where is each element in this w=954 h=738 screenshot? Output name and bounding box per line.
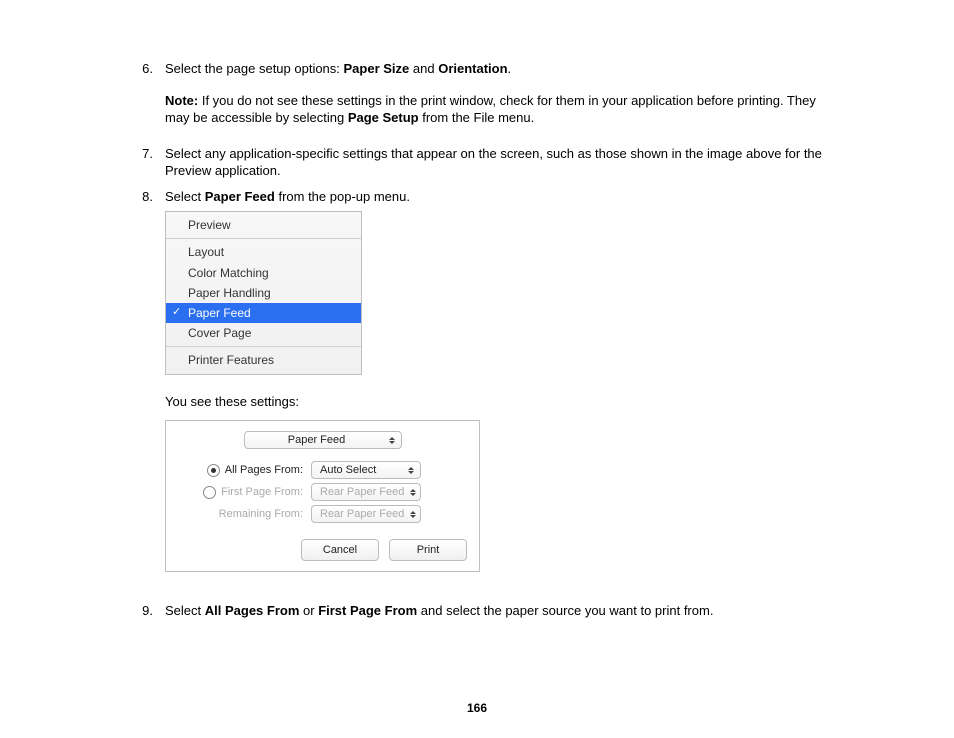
updown-icon — [410, 511, 416, 518]
text: from the pop-up menu. — [275, 189, 410, 204]
document-page: 6. Select the page setup options: Paper … — [0, 0, 954, 738]
menu-item-cover-page[interactable]: Cover Page — [166, 323, 361, 343]
label-all-pages: All Pages From: — [225, 463, 303, 478]
step-8: 8. Select Paper Feed from the pop-up men… — [125, 188, 829, 594]
radio-all-pages[interactable] — [207, 464, 220, 477]
page-number: 166 — [0, 700, 954, 716]
note-block: Note: If you do not see these settings i… — [165, 92, 829, 127]
bold-orientation: Orientation — [438, 61, 507, 76]
step-body: Select the page setup options: Paper Siz… — [165, 60, 829, 137]
step-body: Select All Pages From or First Page From… — [165, 602, 829, 620]
text: from the File menu. — [419, 110, 535, 125]
step-7: 7. Select any application-specific setti… — [125, 145, 829, 180]
updown-icon — [410, 489, 416, 496]
select-all-pages-source[interactable]: Auto Select — [311, 461, 421, 479]
row-all-pages: All Pages From: Auto Select — [178, 461, 467, 479]
paper-feed-panel: Paper Feed All Pages From: Auto Select — [165, 420, 480, 572]
row-remaining: Remaining From: Rear Paper Feed — [178, 505, 467, 523]
select-value: Auto Select — [320, 463, 400, 478]
text: Select — [165, 603, 205, 618]
popup-menu-figure: Preview Layout Color Matching Paper Hand… — [165, 211, 362, 374]
panel-mode-select[interactable]: Paper Feed — [244, 431, 402, 449]
bold-paper-feed: Paper Feed — [205, 189, 275, 204]
step-number: 8. — [125, 188, 165, 594]
label-remaining: Remaining From: — [219, 507, 303, 522]
text: . — [508, 61, 512, 76]
step-6: 6. Select the page setup options: Paper … — [125, 60, 829, 137]
bold-page-setup: Page Setup — [348, 110, 419, 125]
step-number: 6. — [125, 60, 165, 137]
select-first-page-source[interactable]: Rear Paper Feed — [311, 483, 421, 501]
bold-first-page-from: First Page From — [318, 603, 417, 618]
text: and select the paper source you want to … — [417, 603, 713, 618]
row-first-page: First Page From: Rear Paper Feed — [178, 483, 467, 501]
lead-text: You see these settings: — [165, 393, 829, 411]
radio-first-page[interactable] — [203, 486, 216, 499]
updown-icon — [406, 467, 416, 474]
menu-item-color-matching[interactable]: Color Matching — [166, 263, 361, 283]
menu-item-preview[interactable]: Preview — [166, 215, 361, 235]
step-number: 9. — [125, 602, 165, 620]
select-value: Rear Paper Feed — [320, 485, 404, 500]
text: Select the page setup options: — [165, 61, 344, 76]
menu-item-printer-features[interactable]: Printer Features — [166, 350, 361, 370]
step-9: 9. Select All Pages From or First Page F… — [125, 602, 829, 620]
text: Select — [165, 189, 205, 204]
select-value: Rear Paper Feed — [320, 507, 404, 522]
note-label: Note: — [165, 93, 198, 108]
updown-icon — [387, 437, 397, 444]
button-row: Cancel Print — [178, 539, 467, 561]
print-button[interactable]: Print — [389, 539, 467, 561]
bold-all-pages-from: All Pages From — [205, 603, 300, 618]
step-body: Select any application-specific settings… — [165, 145, 829, 180]
menu-item-paper-feed[interactable]: Paper Feed — [166, 303, 361, 323]
step-body: Select Paper Feed from the pop-up menu. … — [165, 188, 829, 594]
cancel-button[interactable]: Cancel — [301, 539, 379, 561]
text: or — [299, 603, 318, 618]
menu-item-layout[interactable]: Layout — [166, 242, 361, 262]
label-first-page: First Page From: — [221, 485, 303, 500]
bold-paper-size: Paper Size — [344, 61, 410, 76]
select-remaining-source[interactable]: Rear Paper Feed — [311, 505, 421, 523]
step-number: 7. — [125, 145, 165, 180]
menu-item-paper-handling[interactable]: Paper Handling — [166, 283, 361, 303]
text: and — [409, 61, 438, 76]
select-value: Paper Feed — [253, 433, 381, 448]
